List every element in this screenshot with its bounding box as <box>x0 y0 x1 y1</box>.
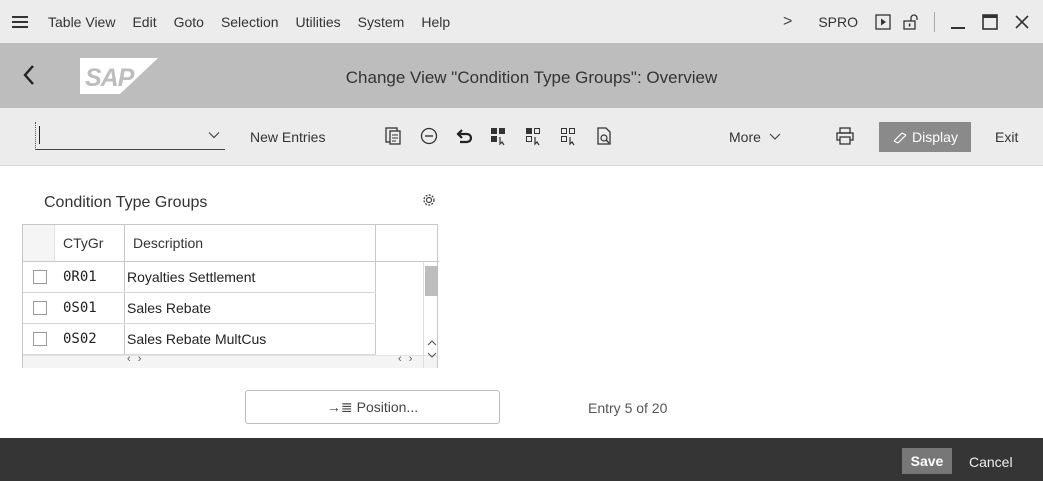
position-icon: →≣ <box>326 398 353 415</box>
command-field[interactable] <box>35 122 225 150</box>
select-all-column-header[interactable] <box>23 225 55 262</box>
text-caret <box>39 126 40 144</box>
vertical-scrollbar[interactable] <box>423 262 439 368</box>
transaction-code: SPRO <box>818 13 858 30</box>
minimize-icon[interactable] <box>947 11 969 33</box>
print-icon[interactable] <box>834 125 856 147</box>
scrollbar-thumb[interactable] <box>425 266 438 296</box>
table-row[interactable]: 0S02 Sales Rebate MultCus <box>23 324 376 355</box>
hamburger-menu-icon[interactable] <box>12 15 28 28</box>
print-preview-icon[interactable] <box>593 125 615 147</box>
column-header-ctygr[interactable]: CTyGr <box>55 225 125 262</box>
scroll-left-right-icon[interactable]: ‹ › <box>398 353 414 365</box>
condition-type-groups-table: CTyGr Description 0R01 Royalties Settlem… <box>22 224 439 368</box>
table-title: Condition Type Groups <box>44 194 208 211</box>
column-header-description[interactable]: Description <box>125 225 376 262</box>
menu-table-view[interactable]: Table View <box>48 14 115 30</box>
row-checkbox[interactable] <box>33 270 47 284</box>
entry-counter: Entry 5 of 20 <box>588 400 668 416</box>
settings-gear-icon[interactable] <box>422 193 436 207</box>
new-entries-button[interactable]: New Entries <box>250 129 325 145</box>
menu-help[interactable]: Help <box>421 14 450 30</box>
scroll-up-icon[interactable] <box>427 339 437 347</box>
scroll-down-icon[interactable] <box>427 351 437 359</box>
select-all-icon[interactable] <box>488 125 510 147</box>
horizontal-scrollbar[interactable] <box>23 355 437 368</box>
application-toolbar: New Entries More Display Exit <box>0 108 1043 166</box>
more-label: More <box>729 129 761 145</box>
menu-utilities[interactable]: Utilities <box>296 14 341 30</box>
title-bar: SAP Change View "Condition Type Groups":… <box>0 43 1043 108</box>
row-code: 0S02 <box>55 324 125 354</box>
delete-icon[interactable] <box>418 125 440 147</box>
footer-bar: Save Cancel <box>0 438 1043 481</box>
select-block-icon[interactable] <box>523 125 545 147</box>
row-code: 0R01 <box>55 262 125 292</box>
column-header-empty <box>376 225 439 262</box>
unlock-icon[interactable] <box>902 13 920 31</box>
glasses-icon <box>893 132 907 144</box>
table-row[interactable]: 0S01 Sales Rebate <box>23 293 376 324</box>
table-row[interactable]: 0R01 Royalties Settlement <box>23 262 376 293</box>
deselect-all-icon[interactable] <box>558 125 580 147</box>
page-title: Change View "Condition Type Groups": Ove… <box>345 68 718 87</box>
row-checkbox[interactable] <box>33 332 47 346</box>
chevron-down-icon[interactable] <box>207 128 221 142</box>
chevron-down-icon <box>769 133 781 140</box>
menu-goto[interactable]: Goto <box>174 14 204 30</box>
play-icon[interactable] <box>874 13 892 31</box>
menu-selection[interactable]: Selection <box>221 14 279 30</box>
menu-bar: Table View Edit Goto Selection Utilities… <box>0 0 1043 43</box>
position-label: Position... <box>356 399 419 415</box>
close-icon[interactable] <box>1011 11 1033 33</box>
row-description: Sales Rebate <box>125 293 376 323</box>
row-checkbox[interactable] <box>33 301 47 315</box>
row-description: Sales Rebate MultCus <box>125 324 376 354</box>
copy-as-icon[interactable] <box>382 125 404 147</box>
scroll-left-right-icon[interactable]: ‹ › <box>127 353 143 365</box>
position-button[interactable]: →≣ Position... <box>245 390 500 424</box>
row-description: Royalties Settlement <box>125 262 376 292</box>
cancel-button[interactable]: Cancel <box>969 454 1013 470</box>
save-button[interactable]: Save <box>902 448 952 474</box>
display-button[interactable]: Display <box>879 122 971 152</box>
exit-button[interactable]: Exit <box>995 129 1018 145</box>
menu-system[interactable]: System <box>358 14 405 30</box>
row-code: 0S01 <box>55 293 125 323</box>
maximize-icon[interactable] <box>979 11 1001 33</box>
undo-icon[interactable] <box>453 125 475 147</box>
menu-edit[interactable]: Edit <box>132 14 156 30</box>
more-button[interactable]: More <box>729 129 781 145</box>
separator <box>934 11 935 32</box>
chevron-right-icon[interactable]: > <box>783 13 792 31</box>
display-label: Display <box>912 129 958 145</box>
